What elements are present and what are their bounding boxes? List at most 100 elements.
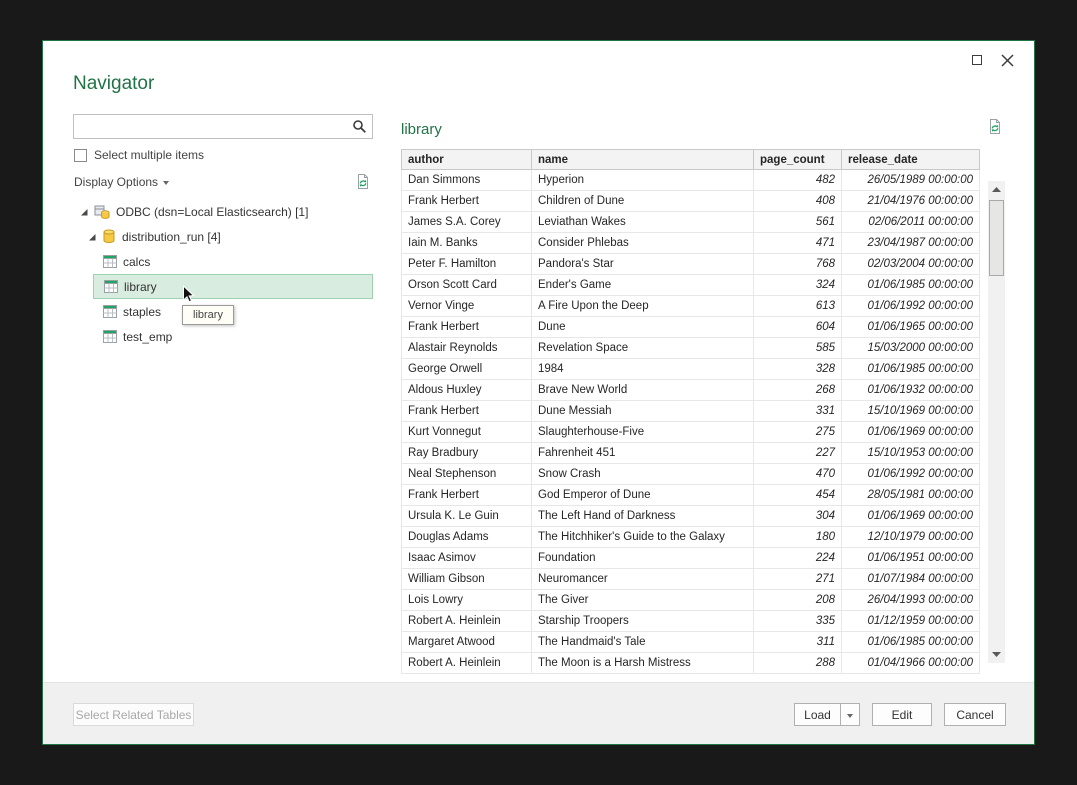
tree-item-library[interactable]: library (93, 274, 373, 299)
scroll-up-button[interactable] (988, 181, 1005, 198)
select-related-tables-button[interactable]: Select Related Tables (73, 703, 194, 726)
footer-bar: Select Related Tables Load Edit Cancel (43, 682, 1034, 744)
table-cell: Pandora's Star (532, 254, 754, 275)
table-cell: William Gibson (402, 569, 532, 590)
tree-item-distribution-run[interactable]: distribution_run [4] (73, 224, 373, 249)
select-multiple-label: Select multiple items (94, 148, 204, 162)
search-box (73, 114, 373, 139)
table-cell: 01/06/1985 00:00:00 (842, 632, 980, 653)
table-cell: 26/05/1989 00:00:00 (842, 170, 980, 191)
table-cell: 482 (754, 170, 842, 191)
refresh-sources-icon[interactable] (355, 174, 371, 190)
preview-title: library (401, 121, 442, 138)
table-row: William GibsonNeuromancer27101/07/1984 0… (402, 569, 980, 590)
select-multiple-row: Select multiple items (74, 148, 204, 162)
table-cell: 304 (754, 506, 842, 527)
table-cell: 15/10/1953 00:00:00 (842, 443, 980, 464)
table-cell: 275 (754, 422, 842, 443)
tree-item-calcs[interactable]: calcs (93, 249, 373, 274)
table-cell: 224 (754, 548, 842, 569)
close-button[interactable] (992, 49, 1022, 71)
table-cell: Margaret Atwood (402, 632, 532, 653)
scrollbar-thumb[interactable] (989, 200, 1004, 276)
table-cell: Frank Herbert (402, 485, 532, 506)
table-cell: 561 (754, 212, 842, 233)
vertical-scrollbar[interactable] (988, 181, 1005, 663)
table-cell: Children of Dune (532, 191, 754, 212)
table-row: Frank HerbertChildren of Dune40821/04/19… (402, 191, 980, 212)
table-row: Douglas AdamsThe Hitchhiker's Guide to t… (402, 527, 980, 548)
table-row: Isaac AsimovFoundation22401/06/1951 00:0… (402, 548, 980, 569)
column-header-release-date: release_date (842, 150, 980, 170)
tree-item-label: calcs (123, 255, 150, 269)
tree-item-odbc-source[interactable]: ODBC (dsn=Local Elasticsearch) [1] (73, 199, 373, 224)
table-icon (103, 305, 117, 318)
table-cell: George Orwell (402, 359, 532, 380)
table-cell: Neuromancer (532, 569, 754, 590)
table-cell: 471 (754, 233, 842, 254)
edit-button[interactable]: Edit (872, 703, 932, 726)
load-button[interactable]: Load (794, 703, 840, 726)
table-cell: 208 (754, 590, 842, 611)
tree-item-label: test_emp (123, 330, 172, 344)
column-header-author: author (402, 150, 532, 170)
navigator-dialog: Navigator Select multiple items Display … (42, 40, 1035, 745)
table-row: Orson Scott CardEnder's Game32401/06/198… (402, 275, 980, 296)
table-cell: 331 (754, 401, 842, 422)
table-cell: Starship Troopers (532, 611, 754, 632)
table-cell: 26/04/1993 00:00:00 (842, 590, 980, 611)
table-row: Alastair ReynoldsRevelation Space58515/0… (402, 338, 980, 359)
table-row: George Orwell198432801/06/1985 00:00:00 (402, 359, 980, 380)
search-input[interactable] (74, 115, 346, 138)
maximize-button[interactable] (962, 49, 992, 71)
table-cell: 01/06/1992 00:00:00 (842, 464, 980, 485)
table-cell: 01/06/1992 00:00:00 (842, 296, 980, 317)
table-cell: Alastair Reynolds (402, 338, 532, 359)
scroll-down-button[interactable] (988, 646, 1005, 663)
table-cell: The Handmaid's Tale (532, 632, 754, 653)
display-options-dropdown[interactable]: Display Options (74, 175, 169, 189)
table-cell: The Giver (532, 590, 754, 611)
table-cell: 288 (754, 653, 842, 674)
table-cell: Isaac Asimov (402, 548, 532, 569)
table-cell: Ender's Game (532, 275, 754, 296)
table-row: Kurt VonnegutSlaughterhouse-Five27501/06… (402, 422, 980, 443)
collapse-triangle-icon[interactable] (87, 232, 97, 242)
table-cell: 01/06/1969 00:00:00 (842, 506, 980, 527)
table-row: Neal StephensonSnow Crash47001/06/1992 0… (402, 464, 980, 485)
table-cell: 01/06/1951 00:00:00 (842, 548, 980, 569)
navigator-tree: ODBC (dsn=Local Elasticsearch) [1] distr… (73, 199, 373, 349)
footer-buttons: Load Edit Cancel (794, 703, 1006, 726)
search-icon[interactable] (346, 119, 372, 134)
table-cell: Revelation Space (532, 338, 754, 359)
display-options-label: Display Options (74, 175, 158, 189)
table-cell: Dune (532, 317, 754, 338)
refresh-preview-icon[interactable] (987, 119, 1003, 135)
close-icon (1001, 54, 1014, 67)
table-cell: 23/04/1987 00:00:00 (842, 233, 980, 254)
table-cell: Leviathan Wakes (532, 212, 754, 233)
table-cell: Foundation (532, 548, 754, 569)
table-cell: 01/06/1965 00:00:00 (842, 317, 980, 338)
table-icon (103, 330, 117, 343)
cancel-button[interactable]: Cancel (944, 703, 1006, 726)
collapse-triangle-icon[interactable] (79, 207, 89, 217)
load-dropdown-button[interactable] (840, 703, 860, 726)
table-cell: The Left Hand of Darkness (532, 506, 754, 527)
load-split-button: Load (794, 703, 860, 726)
table-cell: 15/10/1969 00:00:00 (842, 401, 980, 422)
window-controls (962, 49, 1022, 71)
table-cell: James S.A. Corey (402, 212, 532, 233)
tree-item-test-emp[interactable]: test_emp (93, 324, 373, 349)
tooltip: library (182, 305, 234, 325)
select-multiple-checkbox[interactable] (74, 149, 87, 162)
database-icon (102, 229, 116, 244)
table-cell: 15/03/2000 00:00:00 (842, 338, 980, 359)
chevron-down-icon (847, 714, 853, 718)
table-cell: The Hitchhiker's Guide to the Galaxy (532, 527, 754, 548)
table-cell: Slaughterhouse-Five (532, 422, 754, 443)
table-cell: Frank Herbert (402, 401, 532, 422)
table-icon (103, 255, 117, 268)
table-cell: 02/03/2004 00:00:00 (842, 254, 980, 275)
table-row: James S.A. CoreyLeviathan Wakes56102/06/… (402, 212, 980, 233)
